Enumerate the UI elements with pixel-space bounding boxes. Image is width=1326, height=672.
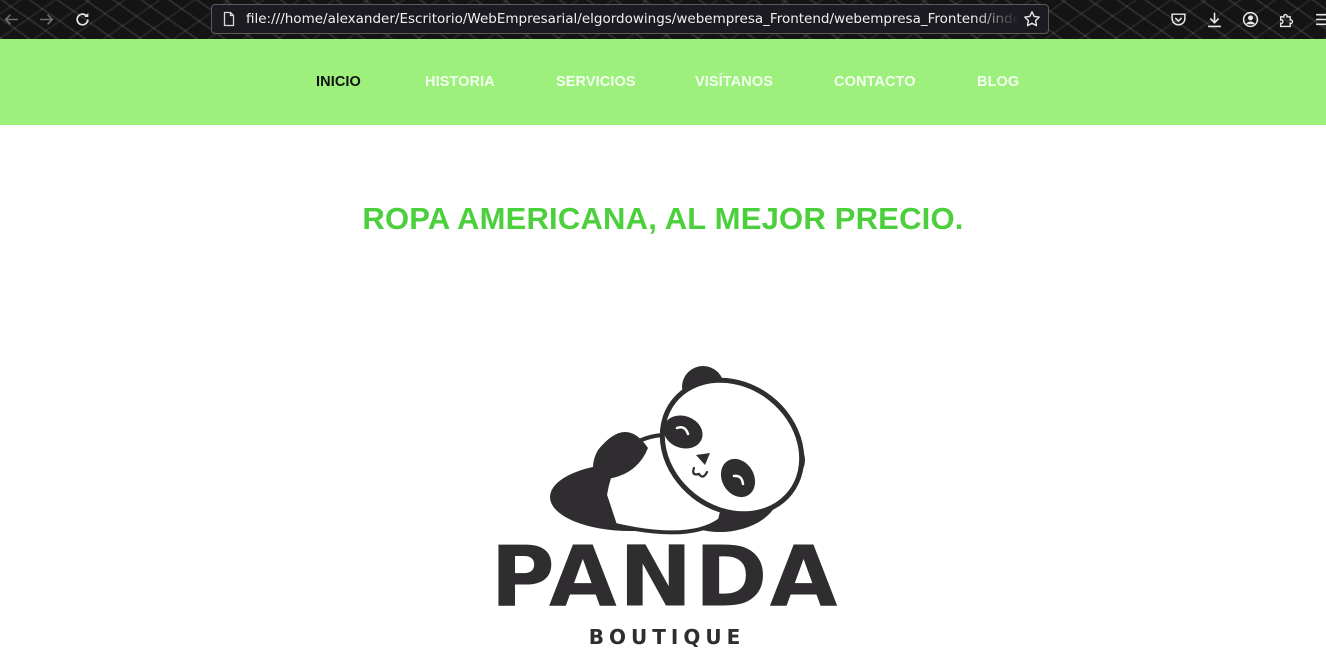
nav-link-inicio[interactable]: INICIO (316, 74, 361, 90)
address-bar[interactable]: file:///home/alexander/Escritorio/WebEmp… (211, 4, 1049, 34)
pocket-icon (1170, 12, 1186, 26)
logo-subtitle: BOUTIQUE (588, 625, 746, 649)
nav-link-servicios[interactable]: SERVICIOS (556, 74, 636, 90)
reload-icon (75, 12, 89, 26)
nav-link-blog[interactable]: BLOG (977, 74, 1019, 90)
pocket-button[interactable] (1165, 6, 1191, 32)
page-icon (223, 11, 235, 27)
arrow-left-icon (4, 13, 18, 25)
menu-button[interactable] (1309, 6, 1326, 32)
url-text[interactable]: file:///home/alexander/Escritorio/WebEmp… (246, 11, 1019, 27)
hero-headline: ROPA AMERICANA, AL MEJOR PRECIO. (362, 201, 964, 236)
panda-mascot-illustration (550, 366, 805, 535)
nav-link-visitanos[interactable]: VISÍTANOS (695, 74, 773, 90)
account-button[interactable] (1237, 6, 1263, 32)
browser-toolbar: file:///home/alexander/Escritorio/WebEmp… (0, 0, 1326, 39)
logo-wordmark: PANDA (490, 527, 840, 626)
nav-link-historia[interactable]: HISTORIA (425, 74, 495, 90)
site-navbar: INICIO HISTORIA SERVICIOS VISÍTANOS CONT… (0, 39, 1326, 125)
extensions-button[interactable] (1273, 6, 1299, 32)
arrow-right-icon (39, 13, 53, 25)
bookmark-star-icon[interactable] (1023, 10, 1041, 28)
download-icon (1207, 12, 1221, 27)
back-button[interactable] (0, 6, 24, 32)
hamburger-menu-icon (1315, 13, 1326, 25)
nav-link-contacto[interactable]: CONTACTO (834, 74, 916, 90)
forward-button[interactable] (33, 6, 59, 32)
reload-button[interactable] (69, 6, 95, 32)
downloads-button[interactable] (1201, 6, 1227, 32)
account-icon (1242, 11, 1258, 27)
panda-boutique-logo: PANDA BOUTIQUE (470, 355, 860, 655)
puzzle-icon (1279, 13, 1293, 27)
